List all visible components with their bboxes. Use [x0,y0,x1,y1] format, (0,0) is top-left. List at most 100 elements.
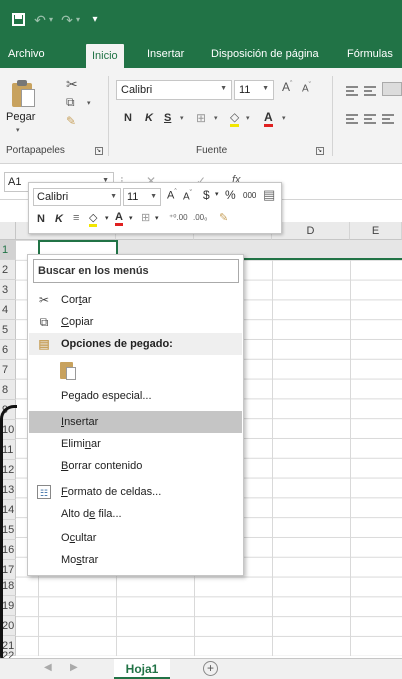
copy-icon: ⧉ [39,315,49,329]
next-sheet-icon[interactable]: ▶ [70,662,78,673]
shrink-font-icon[interactable]: Aˇ [302,82,311,94]
grow-font-icon[interactable]: Aˆ [282,80,292,94]
mini-font-color-icon[interactable]: A [115,211,123,226]
italic-button[interactable]: K [145,112,153,124]
bold-button[interactable]: N [124,112,132,124]
redo-icon[interactable]: ↷ [60,12,74,28]
menu-item-format-cells[interactable]: ☷ Formato de celdas... [29,481,242,503]
menu-item-insert[interactable]: Insertar [29,411,242,433]
menu-item-cut[interactable]: ✂ Cortar [29,289,242,311]
align-middle-icon[interactable] [364,86,376,96]
format-painter-icon[interactable]: ✎ [66,114,76,128]
undo-dropdown-icon[interactable]: ▾ [47,12,55,28]
clipboard-group-label: Portapapeles [6,145,65,156]
row-header[interactable]: 8 [0,380,16,400]
row-header[interactable]: 7 [0,360,16,380]
undo-icon[interactable]: ↶ [33,12,47,28]
paste-button[interactable]: Pegar [6,111,35,123]
borders-icon[interactable]: ⊞ [196,111,206,125]
sheet-tab-bar: ◀ ▶ Hoja1 + [0,658,402,679]
row-header[interactable]: 3 [0,280,16,300]
mini-fill-dropdown-icon[interactable]: ▾ [105,214,109,222]
mini-currency-button[interactable]: $ [203,188,210,202]
mini-format-painter-icon[interactable]: ✎ [219,211,228,224]
mini-decrease-decimal-icon[interactable]: .00₀ [193,213,207,222]
menu-item-paste-special[interactable]: Pegado especial... [29,385,242,407]
row-header[interactable]: 4 [0,300,16,320]
mini-align-icon[interactable]: ≡ [73,212,79,224]
mini-format-table-icon[interactable]: ▤ [263,187,275,203]
paste-dropdown-icon[interactable]: ▾ [16,126,20,134]
sheet-tab-hoja1[interactable]: Hoja1 [114,659,170,679]
row-header[interactable]: 6 [0,340,16,360]
underline-button[interactable]: S [164,112,171,124]
menu-item-row-height[interactable]: Alto de fila... [29,503,242,525]
paste-option-icon[interactable] [60,359,78,381]
mini-font-color-dropdown-icon[interactable]: ▾ [129,214,133,222]
tab-formulas[interactable]: Fórmulas [347,40,393,68]
tab-insertar[interactable]: Insertar [147,40,184,68]
column-header[interactable]: D [272,222,350,240]
mini-increase-decimal-icon[interactable]: ⁺⁰.00 [169,213,188,222]
align-center-icon[interactable] [364,114,376,124]
prev-sheet-icon[interactable]: ◀ [44,662,52,673]
overlay-frame [0,405,17,670]
menu-item-hide[interactable]: Ocultar [29,527,242,549]
save-icon[interactable] [10,12,26,28]
copy-icon[interactable]: ⧉ [66,95,75,110]
add-sheet-icon[interactable]: + [203,661,218,676]
tab-disposicion[interactable]: Disposición de página [211,40,319,68]
mini-borders-icon[interactable]: ⊞ [141,211,150,224]
column-header[interactable]: E [350,222,402,240]
redo-dropdown-icon[interactable]: ▾ [74,12,82,28]
font-group-label: Fuente [196,145,228,156]
font-launcher-icon[interactable]: ↘ [316,147,324,155]
customize-qat-icon[interactable]: ▾ [90,12,100,28]
ribbon: Pegar ▾ ✂ ⧉ ▾ ✎ Portapapeles ↘ Calibri ▼ … [0,68,402,164]
group-separator [108,76,109,156]
mini-grow-font-icon[interactable]: Aˆ [167,189,177,202]
menu-item-delete[interactable]: Eliminar [29,433,242,455]
cut-icon[interactable]: ✂ [66,76,78,93]
mini-shrink-font-icon[interactable]: Aˇ [183,190,192,202]
paste-icon[interactable] [10,77,36,109]
copy-dropdown-icon[interactable]: ▾ [87,99,91,107]
mini-thousands-button[interactable]: 000 [243,191,256,200]
ribbon-tabs: Archivo Inicio Insertar Disposición de p… [0,40,402,68]
underline-dropdown-icon[interactable]: ▾ [180,114,184,122]
tab-inicio[interactable]: Inicio [86,44,124,68]
format-cells-icon: ☷ [37,485,51,499]
mini-percent-button[interactable]: % [225,188,236,202]
borders-dropdown-icon[interactable]: ▾ [214,114,218,122]
align-right-icon[interactable] [382,114,394,124]
menu-item-clear-contents[interactable]: Borrar contenido [29,455,242,477]
menu-paste-options-header: ▤ Opciones de pegado: [29,333,242,355]
font-name-select[interactable]: Calibri ▼ [116,80,232,100]
fill-color-icon[interactable]: ◇ [230,110,240,127]
scissors-icon: ✂ [38,293,50,307]
select-all-corner[interactable] [0,222,16,240]
mini-italic-button[interactable]: K [55,213,63,225]
align-top-icon[interactable] [346,86,358,96]
menu-item-copy[interactable]: ⧉ Copiar [29,311,242,333]
mini-borders-dropdown-icon[interactable]: ▾ [155,214,159,222]
fill-color-dropdown-icon[interactable]: ▾ [246,114,250,122]
mini-bold-button[interactable]: N [37,213,45,225]
menu-search-input[interactable]: Buscar en los menús [33,259,239,283]
menu-item-unhide[interactable]: Mostrar [29,549,242,571]
tab-archivo[interactable]: Archivo [8,40,45,68]
mini-font-select[interactable]: Calibri ▼ [33,188,121,206]
mini-size-select[interactable]: 11 ▼ [123,188,161,206]
mini-currency-dropdown-icon[interactable]: ▾ [215,190,219,198]
font-color-dropdown-icon[interactable]: ▾ [282,114,286,122]
context-menu: Buscar en los menús ✂ Cortar ⧉ Copiar ▤ … [27,254,244,576]
align-left-icon[interactable] [346,114,358,124]
font-size-select[interactable]: 11 ▼ [234,80,274,100]
row-header[interactable]: 5 [0,320,16,340]
wrap-text-icon[interactable] [382,82,402,96]
mini-fill-color-icon[interactable]: ◇ [89,211,98,227]
font-color-icon[interactable]: A [264,110,273,127]
row-header[interactable]: 2 [0,260,16,280]
clipboard-launcher-icon[interactable]: ↘ [95,147,103,155]
row-header[interactable]: 1 [0,240,16,260]
